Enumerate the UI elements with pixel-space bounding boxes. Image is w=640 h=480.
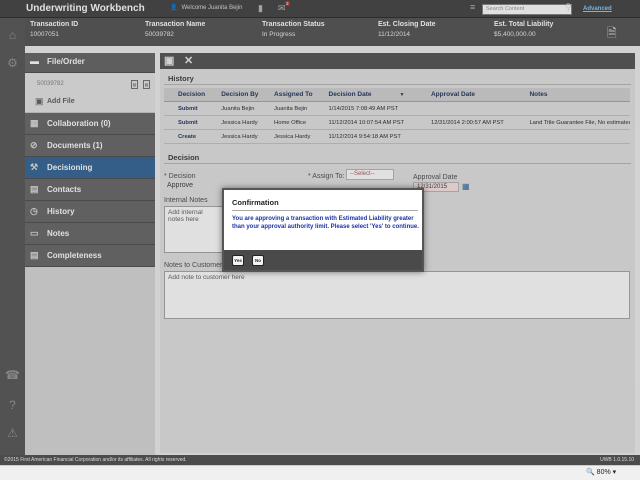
- status-bar: 🔍 80% ▾: [0, 465, 640, 480]
- dialog-divider: [232, 210, 418, 211]
- zoom-control[interactable]: 🔍 80% ▾: [586, 468, 616, 476]
- dialog-button-bar: Yes No: [224, 250, 422, 270]
- app-root: Underwriting Workbench 👤 Welcome Juanita…: [0, 0, 640, 480]
- yes-button[interactable]: Yes: [232, 255, 244, 266]
- footer: ©2015 First American Financial Corporati…: [0, 455, 640, 465]
- confirmation-dialog: Confirmation You are approving a transac…: [222, 188, 424, 272]
- zoom-level: 80%: [596, 469, 611, 476]
- copyright: ©2015 First American Financial Corporati…: [4, 457, 187, 463]
- version: UWB 1.0.15.10: [600, 457, 634, 463]
- dialog-message: You are approving a transaction with Est…: [232, 216, 419, 230]
- dialog-title: Confirmation: [232, 198, 279, 207]
- no-button[interactable]: No: [252, 255, 264, 266]
